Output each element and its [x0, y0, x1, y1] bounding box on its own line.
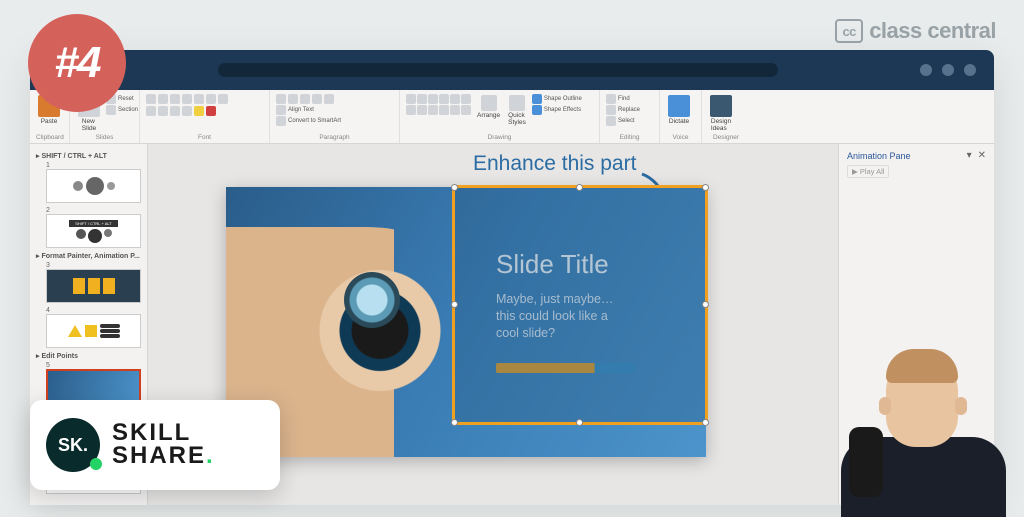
smartart-button[interactable]: Convert to SmartArt [276, 116, 341, 126]
presenter-webcam [831, 337, 1006, 512]
design-ideas-button[interactable]: Design Ideas [708, 94, 734, 133]
find-button[interactable]: Find [606, 94, 630, 104]
group-font: Font [146, 134, 263, 141]
classcentral-logo: cc class central [835, 18, 996, 44]
align-text-button[interactable]: Align Text [276, 105, 314, 115]
animation-pane-title: Animation Pane [847, 151, 911, 161]
selection-box[interactable] [452, 185, 708, 425]
new-slide-label: New Slide [82, 118, 96, 132]
thumb-1[interactable] [46, 169, 141, 203]
section-editpoints[interactable]: ▸ Edit Points [36, 352, 141, 360]
group-editing: Editing [606, 134, 653, 141]
microphone-icon [849, 427, 883, 497]
group-designer: Designer [708, 134, 744, 141]
slide[interactable]: Slide Title Maybe, just maybe… this coul… [226, 187, 706, 457]
rank-badge: #4 [28, 14, 126, 112]
group-clipboard: Clipboard [36, 134, 63, 141]
select-button[interactable]: Select [606, 116, 635, 126]
thumb-num-4: 4 [46, 307, 50, 314]
group-drawing: Drawing [406, 134, 593, 141]
window-controls[interactable] [920, 64, 976, 76]
classcentral-text: class central [869, 18, 996, 44]
thumb-num-3: 3 [46, 262, 50, 269]
pane-dropdown-icon[interactable]: ▾ [967, 150, 972, 161]
section-format[interactable]: ▸ Format Painter, Animation P... [36, 252, 141, 260]
thumb-num-1: 1 [46, 162, 50, 169]
arrange-button[interactable]: Arrange [475, 94, 502, 120]
group-voice: Voice [666, 134, 695, 141]
url-bar[interactable] [218, 63, 778, 77]
annotation-text: Enhance this part [473, 152, 636, 176]
thumb-num-5: 5 [46, 362, 50, 369]
quick-styles-button[interactable]: Quick Styles [506, 94, 528, 127]
shapes-gallery[interactable] [406, 94, 471, 115]
thumb-5[interactable] [46, 369, 141, 403]
skillshare-wordmark: SKILL SHARE. [112, 422, 215, 468]
shape-outline-button[interactable]: Shape Outline [532, 94, 582, 104]
skillshare-badge-icon: SK. [46, 418, 100, 472]
thumb-num-2: 2 [46, 207, 50, 214]
skillshare-card: SK. SKILL SHARE. [30, 400, 280, 490]
section-button[interactable]: Section [106, 105, 138, 115]
cc-box-icon: cc [835, 19, 863, 43]
browser-titlebar [30, 50, 994, 90]
paste-label: Paste [41, 118, 58, 125]
ribbon: Paste Clipboard New Slide Reset Section … [30, 90, 994, 144]
group-slides: Slides [76, 134, 133, 141]
dictate-button[interactable]: Dictate [666, 94, 692, 126]
pane-close-icon[interactable]: ✕ [978, 150, 986, 161]
thumb-4[interactable] [46, 314, 141, 348]
group-paragraph: Paragraph [276, 134, 393, 141]
replace-button[interactable]: Replace [606, 105, 640, 115]
thumb-2[interactable]: SHIFT / CTRL + ALT [46, 214, 141, 248]
thumb-3[interactable] [46, 269, 141, 303]
lens-icon [344, 272, 400, 328]
shape-effects-button[interactable]: Shape Effects [532, 105, 582, 115]
play-all-button[interactable]: ▶ Play All [847, 165, 889, 178]
section-shortcut[interactable]: ▸ SHIFT / CTRL + ALT [36, 152, 141, 160]
